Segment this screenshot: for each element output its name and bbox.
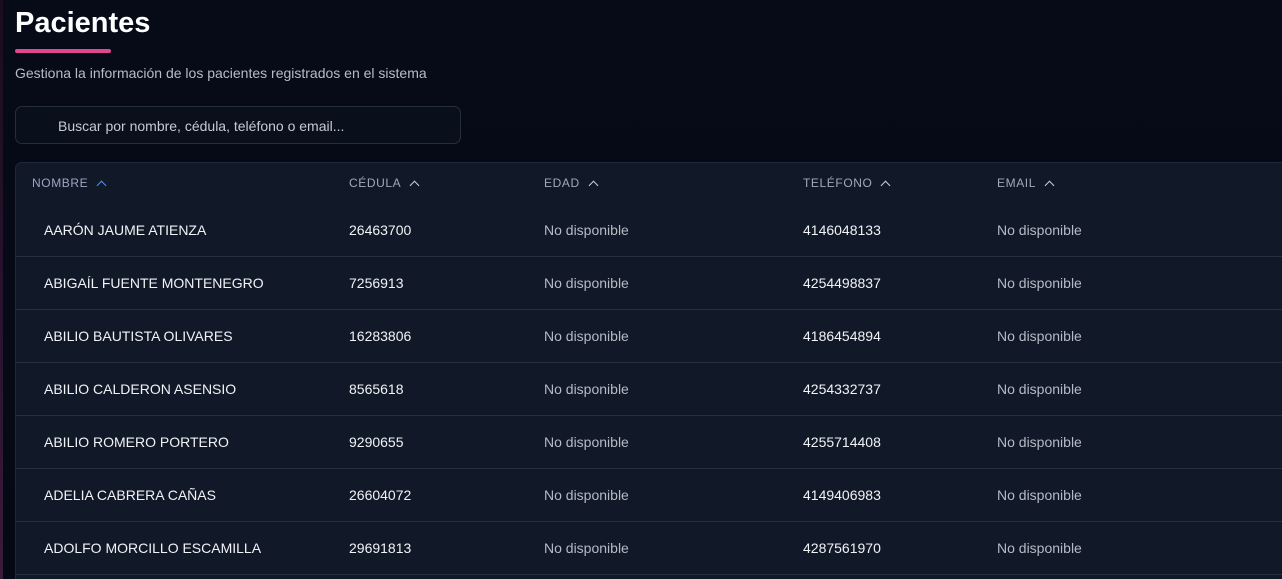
cell-nombre: ABIGAÍL FUENTE MONTENEGRO [44,275,264,291]
table-row[interactable]: ABILIO CALDERON ASENSIO 8565618 No dispo… [16,363,1282,416]
cell-email: No disponible [997,328,1082,344]
search-box [15,106,461,145]
column-header-label: EMAIL [997,176,1037,190]
cell-telefono: 4146048133 [803,222,881,238]
cell-edad: No disponible [544,434,629,450]
patients-page: Pacientes Gestiona la información de los… [0,0,1282,579]
table-row[interactable]: ABIGAÍL FUENTE MONTENEGRO 7256913 No dis… [16,257,1282,310]
page-title: Pacientes [15,7,151,39]
cell-email: No disponible [997,434,1082,450]
cell-email: No disponible [997,487,1082,503]
table-row[interactable]: ABILIO ROMERO PORTERO 9290655 No disponi… [16,416,1282,469]
cell-nombre: ABILIO BAUTISTA OLIVARES [44,328,233,344]
table-row[interactable]: ABILIO BAUTISTA OLIVARES 16283806 No dis… [16,310,1282,363]
column-header-nombre[interactable]: NOMBRE [32,176,107,190]
cell-edad: No disponible [544,222,629,238]
column-header-telefono[interactable]: TELÉFONO [803,176,891,190]
cell-telefono: 4287561970 [803,540,881,556]
column-header-label: TELÉFONO [803,176,873,190]
cell-nombre: AARÓN JAUME ATIENZA [44,222,207,238]
cell-edad: No disponible [544,381,629,397]
cell-cedula: 26463700 [349,222,412,238]
cell-telefono: 4149406983 [803,487,881,503]
column-header-label: NOMBRE [32,176,89,190]
title-underline [15,49,111,53]
column-header-label: EDAD [544,176,580,190]
search-input[interactable] [56,107,455,145]
cell-email: No disponible [997,540,1082,556]
cell-email: No disponible [997,381,1082,397]
chevron-up-icon [96,180,107,190]
cell-edad: No disponible [544,540,629,556]
cell-edad: No disponible [544,275,629,291]
column-header-label: CÉDULA [349,176,402,190]
cell-cedula: 8565618 [349,381,404,397]
cell-telefono: 4254498837 [803,275,881,291]
cell-nombre: ABILIO CALDERON ASENSIO [44,381,237,397]
cell-nombre: ABILIO ROMERO PORTERO [44,434,229,450]
cell-telefono: 4255714408 [803,434,881,450]
chevron-up-icon [409,180,420,190]
cell-edad: No disponible [544,328,629,344]
table-row[interactable]: ADELIA CABRERA CAÑAS 26604072 No disponi… [16,469,1282,522]
cell-nombre: ADELIA CABRERA CAÑAS [44,487,216,503]
cell-telefono: 4186454894 [803,328,881,344]
chevron-up-icon [881,180,891,190]
cell-email: No disponible [997,275,1082,291]
cell-cedula: 9290655 [349,434,404,450]
cell-cedula: 7256913 [349,275,404,291]
column-header-cedula[interactable]: CÉDULA [349,176,420,190]
table-header: NOMBRE CÉDULA EDAD TELÉFONO EMAIL [16,163,1282,204]
chevron-up-icon [588,180,599,190]
cell-cedula: 29691813 [349,540,412,556]
table-row[interactable]: ADOLFO MORCILLO ESCAMILLA 29691813 No di… [16,522,1282,575]
cell-cedula: 26604072 [349,487,412,503]
chevron-up-icon [1044,180,1055,190]
page-subtitle: Gestiona la información de los pacientes… [15,65,427,81]
cell-edad: No disponible [544,487,629,503]
cell-email: No disponible [997,222,1082,238]
patients-table: NOMBRE CÉDULA EDAD TELÉFONO EMAIL AARÓN … [15,162,1282,579]
cell-cedula: 16283806 [349,328,412,344]
left-edge-accent [0,0,3,579]
cell-telefono: 4254332737 [803,381,881,397]
column-header-email[interactable]: EMAIL [997,176,1055,190]
table-row[interactable]: AARÓN JAUME ATIENZA 26463700 No disponib… [16,204,1282,257]
column-header-edad[interactable]: EDAD [544,176,599,190]
cell-nombre: ADOLFO MORCILLO ESCAMILLA [44,540,262,556]
